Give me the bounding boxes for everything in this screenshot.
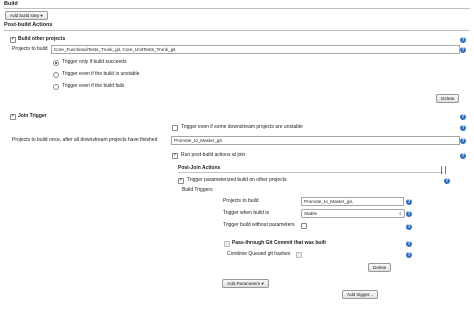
without-params-label: Trigger build without parameters — [223, 222, 295, 228]
radio-trigger-fails[interactable] — [53, 84, 59, 90]
radio-trigger-unstable[interactable] — [53, 72, 59, 78]
projects-to-build-label: Projects to build — [12, 46, 48, 52]
join-trigger-title: Join Trigger — [18, 113, 47, 119]
radio-label: Trigger even if the build is unstable — [62, 71, 140, 77]
build-triggers-label: Build Triggers — [182, 187, 213, 193]
delete-button[interactable]: Delete — [436, 94, 460, 103]
help-icon[interactable]: ? — [460, 47, 466, 53]
trigger-param-label: Trigger parameterized build on other pro… — [187, 177, 287, 183]
help-icon[interactable]: ? — [406, 241, 412, 247]
radio-label: Trigger only if build succeeds — [62, 59, 127, 65]
divider — [4, 8, 470, 9]
trigger-when-value: Stable — [304, 211, 318, 216]
help-icon[interactable]: ? — [460, 153, 466, 159]
projects-to-build-input[interactable]: Core_FunctionalTests_Trunk_git, Core_Uni… — [51, 45, 460, 54]
help-icon[interactable]: ? — [444, 178, 450, 184]
trigger-projects-label: Projects to build — [223, 198, 259, 204]
build-other-projects-checkbox[interactable] — [10, 36, 16, 43]
trigger-when-select[interactable]: Stable ⇕ — [301, 209, 405, 218]
join-projects-input[interactable]: Promote_to_Master_git — [171, 136, 460, 145]
help-icon[interactable]: ? — [406, 252, 412, 258]
help-icon[interactable]: ? — [406, 224, 412, 230]
run-post-build-label: Run post-build actions at join — [181, 152, 246, 158]
add-build-step-button[interactable]: Add build step ▾ — [5, 11, 48, 20]
combine-queued-label: Combine Queued git hashes — [227, 251, 291, 257]
pass-through-checkbox[interactable] — [224, 241, 230, 247]
divider — [4, 30, 470, 31]
build-section-title: Build — [4, 1, 18, 7]
help-icon[interactable]: ? — [406, 211, 412, 217]
build-other-projects-title: Build other projects — [18, 36, 66, 42]
without-params-checkbox[interactable] — [301, 223, 307, 229]
pass-through-label: Pass-through Git Commit that was built — [232, 240, 326, 246]
trigger-param-checkbox[interactable] — [178, 177, 184, 184]
add-trigger-button[interactable]: Add trigger... — [342, 290, 379, 299]
combine-queued-checkbox[interactable] — [296, 252, 302, 258]
help-icon[interactable]: ? — [460, 138, 466, 144]
help-icon[interactable]: ? — [460, 114, 466, 120]
radio-label: Trigger even if the build fails — [62, 83, 125, 89]
select-arrow-icon: ⇕ — [398, 211, 402, 216]
join-trigger-checkbox[interactable] — [10, 113, 16, 120]
join-projects-label: Projects to build once, after all downst… — [12, 137, 158, 143]
post-build-section-title: Post-build Actions — [4, 22, 53, 28]
help-icon[interactable]: ? — [460, 125, 466, 131]
trigger-when-label: Trigger when build is — [223, 210, 269, 216]
drag-handle[interactable] — [441, 166, 446, 174]
help-icon[interactable]: ? — [406, 199, 412, 205]
radio-trigger-only-succeeds[interactable] — [53, 60, 59, 66]
post-join-title: Post-Join Actions — [178, 165, 221, 171]
add-parameters-button[interactable]: Add Parameters ▾ — [222, 279, 269, 288]
delete-trigger-button[interactable]: Delete — [368, 263, 392, 272]
downstream-unstable-label: Trigger even if some downstream projects… — [181, 124, 303, 130]
help-icon[interactable]: ? — [460, 37, 466, 43]
trigger-projects-input[interactable]: Promote_to_Master_git, — [301, 197, 404, 206]
divider — [178, 172, 443, 173]
run-post-build-checkbox[interactable] — [172, 152, 178, 159]
downstream-unstable-checkbox[interactable] — [172, 125, 178, 131]
